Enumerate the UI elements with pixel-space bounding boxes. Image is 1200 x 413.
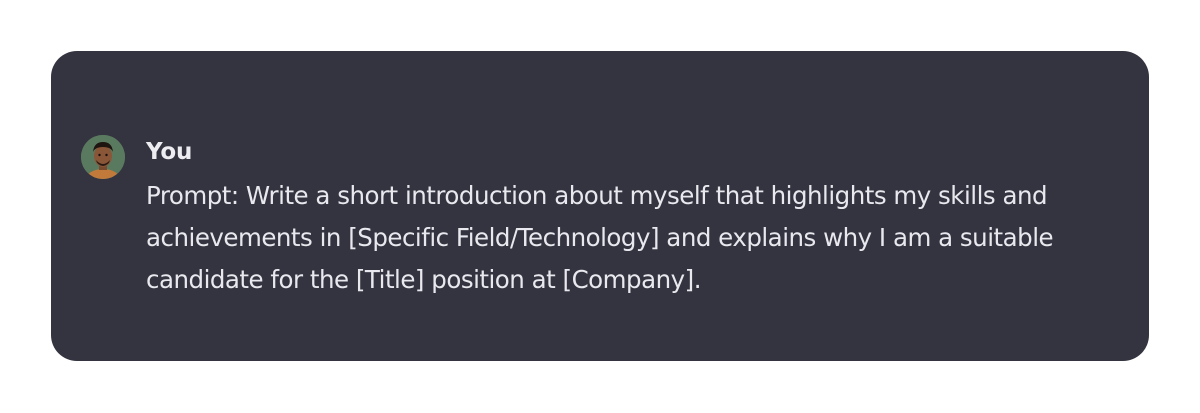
avatar-image-icon bbox=[81, 135, 125, 179]
user-avatar bbox=[81, 135, 125, 179]
message-text: Prompt: Write a short introduction about… bbox=[146, 181, 1054, 294]
message-body: You Prompt: Write a short introduction a… bbox=[146, 137, 1126, 301]
message-author: You bbox=[146, 139, 193, 165]
chat-message-card: You Prompt: Write a short introduction a… bbox=[51, 51, 1149, 361]
